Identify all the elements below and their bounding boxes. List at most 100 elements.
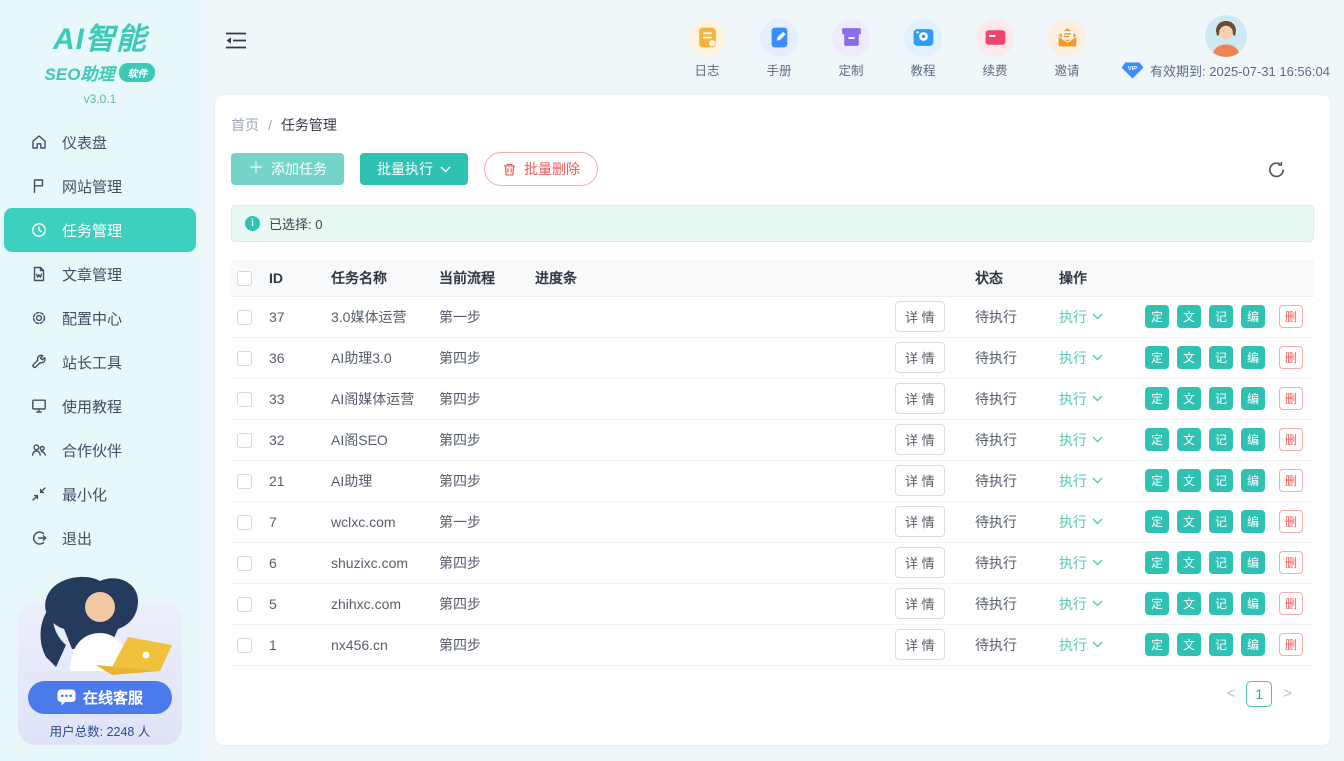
quick-link-3[interactable]: 教程 [899,19,947,79]
execute-dropdown[interactable]: 执行 [1059,471,1103,491]
execute-dropdown[interactable]: 执行 [1059,594,1103,614]
action-button-记[interactable]: 记 [1209,305,1233,328]
action-button-文[interactable]: 文 [1177,551,1201,574]
sidebar-item-6[interactable]: 使用教程 [0,384,200,428]
action-button-编[interactable]: 编 [1241,510,1265,533]
action-button-定[interactable]: 定 [1145,387,1169,410]
execute-dropdown[interactable]: 执行 [1059,307,1103,327]
delete-row-button[interactable]: 删 [1279,551,1303,574]
execute-dropdown[interactable]: 执行 [1059,512,1103,532]
quick-link-0[interactable]: 日志 [683,19,731,79]
batch-execute-button[interactable]: 批量执行 [360,153,468,185]
sidebar-item-4[interactable]: 配置中心 [0,296,200,340]
row-checkbox[interactable] [237,638,252,653]
action-button-文[interactable]: 文 [1177,428,1201,451]
row-checkbox[interactable] [237,556,252,571]
delete-row-button[interactable]: 删 [1279,592,1303,615]
action-button-记[interactable]: 记 [1209,592,1233,615]
sidebar-item-3[interactable]: 文章管理 [0,252,200,296]
action-button-定[interactable]: 定 [1145,510,1169,533]
action-button-编[interactable]: 编 [1241,469,1265,492]
delete-row-button[interactable]: 删 [1279,387,1303,410]
detail-button[interactable]: 详 情 [895,465,945,496]
action-button-记[interactable]: 记 [1209,551,1233,574]
row-checkbox[interactable] [237,433,252,448]
sidebar-item-5[interactable]: 站长工具 [0,340,200,384]
action-button-记[interactable]: 记 [1209,510,1233,533]
action-button-定[interactable]: 定 [1145,592,1169,615]
action-button-编[interactable]: 编 [1241,428,1265,451]
sidebar-collapse-icon[interactable] [225,32,247,49]
prev-page-arrow[interactable]: < [1226,685,1235,702]
sidebar-item-0[interactable]: 仪表盘 [0,120,200,164]
detail-button[interactable]: 详 情 [895,506,945,537]
batch-delete-button[interactable]: 批量删除 [484,152,598,186]
page-number[interactable]: 1 [1246,681,1272,707]
detail-button[interactable]: 详 情 [895,342,945,373]
action-button-编[interactable]: 编 [1241,633,1265,656]
sidebar-item-8[interactable]: 最小化 [0,472,200,516]
action-button-文[interactable]: 文 [1177,633,1201,656]
next-page-arrow[interactable]: > [1283,685,1292,702]
delete-row-button[interactable]: 删 [1279,469,1303,492]
action-button-文[interactable]: 文 [1177,305,1201,328]
detail-button[interactable]: 详 情 [895,424,945,455]
action-button-文[interactable]: 文 [1177,592,1201,615]
action-button-编[interactable]: 编 [1241,305,1265,328]
action-button-记[interactable]: 记 [1209,346,1233,369]
row-checkbox[interactable] [237,597,252,612]
sidebar-item-2[interactable]: 任务管理 [4,208,196,252]
delete-row-button[interactable]: 删 [1279,633,1303,656]
action-button-文[interactable]: 文 [1177,387,1201,410]
quick-link-4[interactable]: 续费 [971,19,1019,79]
breadcrumb-home[interactable]: 首页 [231,115,259,135]
row-checkbox[interactable] [237,310,252,325]
action-button-定[interactable]: 定 [1145,551,1169,574]
select-all-checkbox[interactable] [237,271,252,286]
action-button-记[interactable]: 记 [1209,387,1233,410]
action-button-编[interactable]: 编 [1241,551,1265,574]
quick-link-5[interactable]: 邀请 [1043,19,1091,79]
refresh-icon[interactable] [1267,160,1286,179]
row-checkbox[interactable] [237,392,252,407]
row-checkbox[interactable] [237,474,252,489]
action-button-定[interactable]: 定 [1145,428,1169,451]
sidebar-item-7[interactable]: 合作伙伴 [0,428,200,472]
add-task-button[interactable]: ＋ 添加任务 [231,153,344,185]
detail-button[interactable]: 详 情 [895,547,945,578]
action-button-定[interactable]: 定 [1145,633,1169,656]
execute-dropdown[interactable]: 执行 [1059,348,1103,368]
action-button-文[interactable]: 文 [1177,469,1201,492]
quick-link-2[interactable]: 定制 [827,19,875,79]
action-button-记[interactable]: 记 [1209,469,1233,492]
action-button-记[interactable]: 记 [1209,428,1233,451]
delete-row-button[interactable]: 删 [1279,510,1303,533]
row-checkbox[interactable] [237,515,252,530]
row-checkbox[interactable] [237,351,252,366]
sidebar-item-9[interactable]: 退出 [0,516,200,560]
detail-button[interactable]: 详 情 [895,301,945,332]
action-button-定[interactable]: 定 [1145,346,1169,369]
delete-row-button[interactable]: 删 [1279,346,1303,369]
action-button-编[interactable]: 编 [1241,387,1265,410]
execute-dropdown[interactable]: 执行 [1059,553,1103,573]
detail-button[interactable]: 详 情 [895,588,945,619]
sidebar-item-1[interactable]: 网站管理 [0,164,200,208]
action-button-记[interactable]: 记 [1209,633,1233,656]
execute-dropdown[interactable]: 执行 [1059,635,1103,655]
delete-row-button[interactable]: 删 [1279,428,1303,451]
action-button-定[interactable]: 定 [1145,469,1169,492]
online-service-button[interactable]: 在线客服 [28,681,172,714]
execute-dropdown[interactable]: 执行 [1059,430,1103,450]
action-button-文[interactable]: 文 [1177,346,1201,369]
execute-dropdown[interactable]: 执行 [1059,389,1103,409]
action-button-定[interactable]: 定 [1145,305,1169,328]
action-button-编[interactable]: 编 [1241,592,1265,615]
user-avatar[interactable] [1205,15,1247,57]
detail-button[interactable]: 详 情 [895,629,945,660]
detail-button[interactable]: 详 情 [895,383,945,414]
quick-link-1[interactable]: 手册 [755,19,803,79]
action-button-文[interactable]: 文 [1177,510,1201,533]
delete-row-button[interactable]: 删 [1279,305,1303,328]
action-button-编[interactable]: 编 [1241,346,1265,369]
